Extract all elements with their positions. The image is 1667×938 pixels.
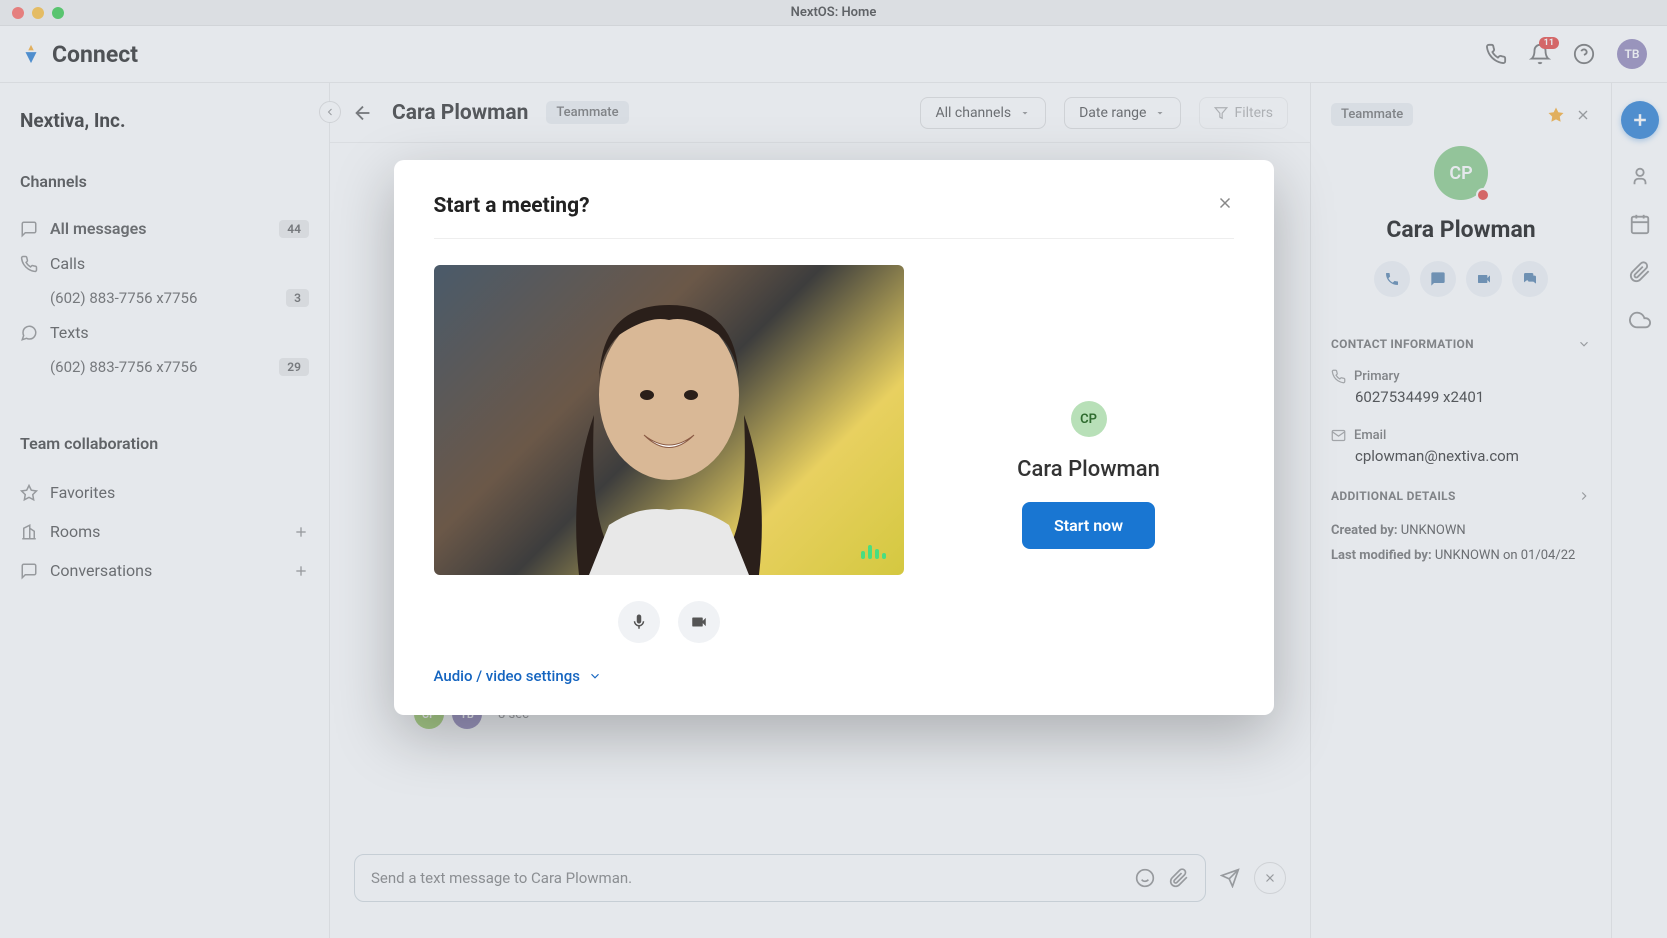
modal-close-button[interactable] — [1216, 194, 1234, 212]
camera-preview — [434, 265, 904, 575]
chevron-down-icon — [588, 669, 602, 683]
video-icon — [690, 613, 708, 631]
modal-title: Start a meeting? — [434, 194, 590, 218]
start-meeting-modal: Start a meeting? — [394, 160, 1274, 715]
meeting-contact-avatar: CP — [1071, 401, 1107, 437]
meeting-contact-name: Cara Plowman — [1017, 457, 1160, 482]
av-settings-label: Audio / video settings — [434, 667, 580, 685]
mic-icon — [630, 613, 648, 631]
av-settings-toggle[interactable]: Audio / video settings — [434, 667, 904, 685]
start-now-button[interactable]: Start now — [1022, 502, 1155, 549]
toggle-camera-button[interactable] — [678, 601, 720, 643]
toggle-mic-button[interactable] — [618, 601, 660, 643]
person-preview-icon — [539, 265, 799, 575]
audio-level-indicator — [861, 545, 886, 559]
